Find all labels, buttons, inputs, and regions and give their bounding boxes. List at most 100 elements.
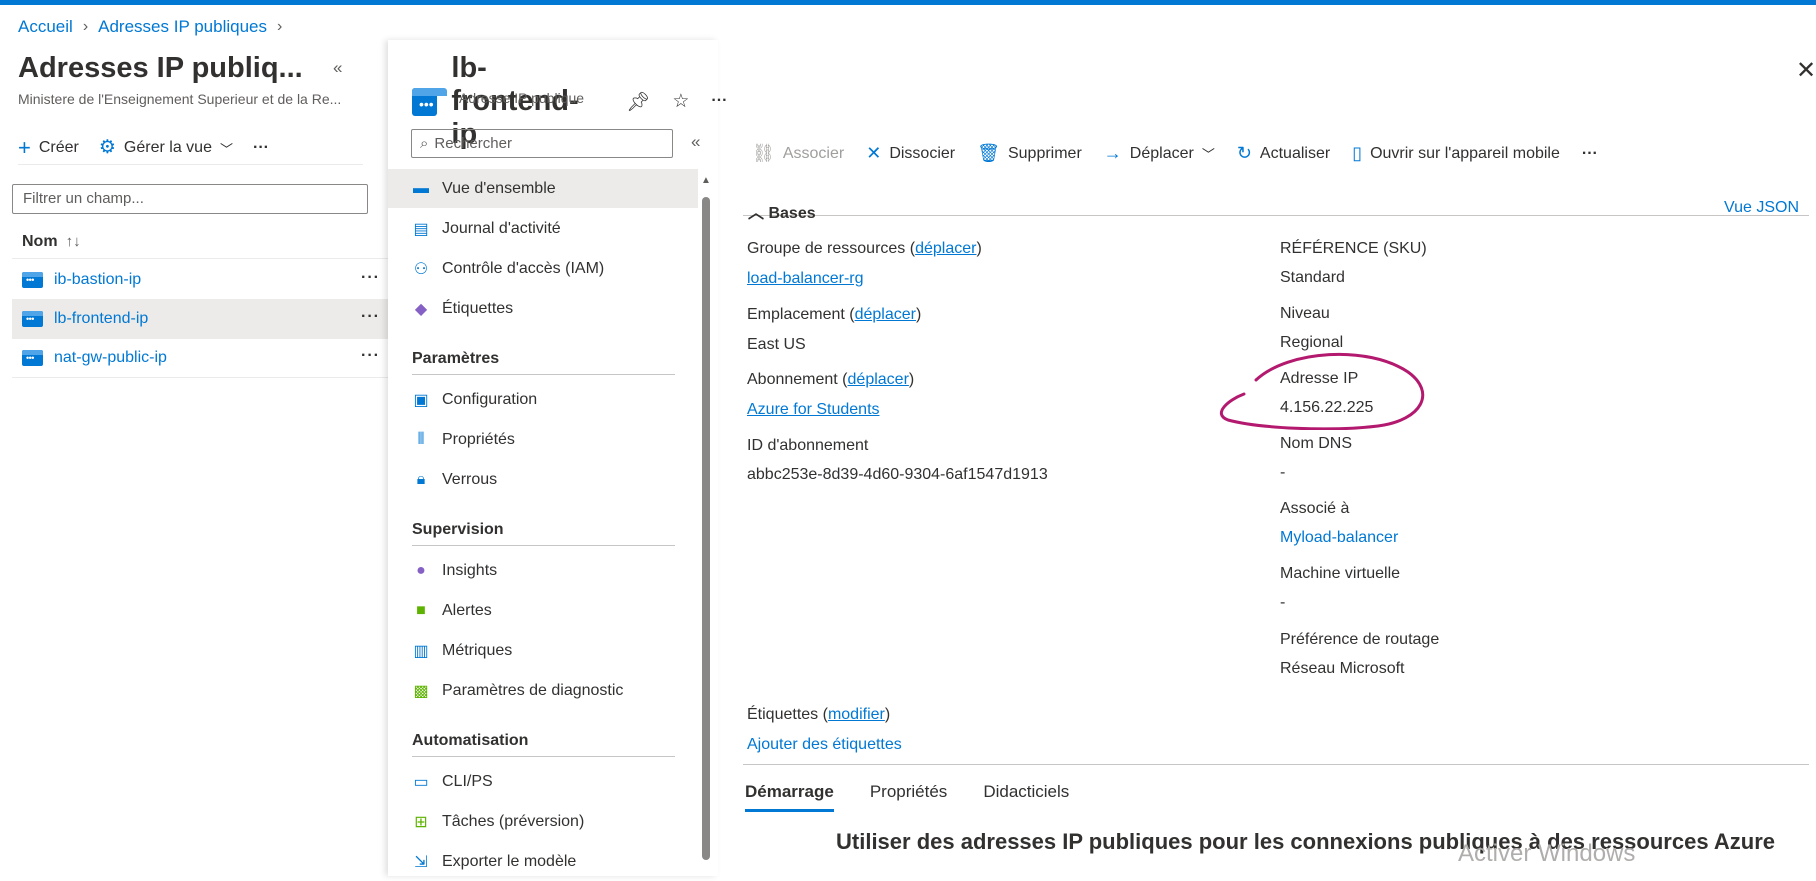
associate-button[interactable]: ⛓ Associer — [752, 143, 844, 164]
add-tags-link[interactable]: Ajouter des étiquettes — [747, 736, 902, 754]
tier-label: Niveau — [1280, 305, 1330, 322]
virtual-machine-value: - — [1280, 594, 1286, 611]
menu-item-label: Étiquettes — [442, 299, 514, 317]
dissociate-button[interactable]: ✕ Dissocier — [866, 143, 955, 164]
collapse-menu-icon[interactable]: « — [691, 132, 700, 152]
menu-item-label: Exporter le modèle — [442, 852, 577, 870]
overview-icon: ▬ — [413, 179, 429, 197]
sku-label: RÉFÉRENCE (SKU) — [1280, 240, 1427, 257]
list-column-header[interactable]: Nom ↑↓ — [12, 225, 388, 259]
close-icon[interactable]: ✕ — [1796, 56, 1816, 85]
lightbulb-icon: ● — [416, 561, 426, 579]
list-pane-title: Adresses IP publiq... — [18, 52, 303, 84]
list-item[interactable]: nat-gw-public-ip ··· — [12, 339, 388, 378]
subscription-value[interactable]: Azure for Students — [747, 401, 880, 419]
dns-name-label: Nom DNS — [1280, 435, 1353, 452]
more-options-button[interactable]: ··· — [253, 139, 269, 157]
menu-item-locks[interactable]: 🔒︎ Verrous — [388, 460, 698, 499]
move-link[interactable]: déplacer — [855, 306, 916, 323]
resource-group-value[interactable]: load-balancer-rg — [747, 270, 864, 288]
menu-item-overview[interactable]: ▬ Vue d'ensemble — [388, 169, 698, 208]
alert-icon: ■ — [416, 601, 426, 619]
search-icon: ⌕ — [420, 135, 429, 152]
refresh-button[interactable]: ↻ Actualiser — [1237, 143, 1330, 164]
menu-item-cli-ps[interactable]: ▭ CLI/PS — [388, 762, 698, 801]
tab-properties[interactable]: Propriétés — [870, 765, 947, 812]
pin-icon[interactable]: 📌︎ — [626, 90, 650, 114]
sku-value: Standard — [1280, 269, 1345, 286]
manage-view-button[interactable]: ⚙ Gérer la vue ﹀ — [99, 138, 233, 158]
move-link[interactable]: déplacer — [848, 371, 909, 388]
modify-link[interactable]: modifier — [828, 706, 885, 723]
virtual-machine-label: Machine virtuelle — [1280, 565, 1401, 582]
ellipsis-icon[interactable]: ··· — [711, 90, 727, 114]
menu-scrollbar[interactable]: ▲ — [700, 175, 712, 875]
menu-item-label: Contrôle d'accès (IAM) — [442, 259, 605, 277]
menu-item-alerts[interactable]: ■ Alertes — [388, 591, 698, 630]
subscription-id-value: abbc253e-8d39-4d60-9304-6af1547d1913 — [747, 466, 1048, 483]
menu-item-iam[interactable]: ⚇ Contrôle d'accès (IAM) — [388, 249, 698, 288]
trash-icon: 🗑︎ — [977, 143, 1000, 163]
star-icon[interactable]: ☆ — [672, 90, 689, 114]
menu-item-insights[interactable]: ● Insights — [388, 551, 698, 590]
resource-list-pane: Adresses IP publiq... « Ministere de l'E… — [0, 40, 388, 876]
ellipsis-icon: ··· — [1581, 144, 1598, 162]
tag-icon: ◆ — [414, 300, 428, 318]
list-item-selected[interactable]: lb-frontend-ip ··· — [12, 300, 388, 339]
scroll-up-icon[interactable]: ▲ — [701, 175, 711, 186]
filter-input[interactable]: Filtrer un champ... — [12, 184, 368, 214]
location-value: East US — [747, 336, 806, 353]
chevron-right-icon: › — [277, 18, 283, 35]
menu-item-configuration[interactable]: ▣ Configuration — [388, 380, 698, 419]
menu-item-diagnostic-settings[interactable]: ▩ Paramètres de diagnostic — [388, 671, 698, 710]
location-label-text: Emplacement — [747, 306, 845, 323]
menu-item-label: Propriétés — [442, 430, 515, 448]
row-more-icon[interactable]: ··· — [361, 308, 380, 326]
menu-item-tags[interactable]: ◆ Étiquettes — [388, 289, 698, 328]
move-link[interactable]: déplacer — [915, 240, 976, 257]
dissociate-icon: ✕ — [866, 143, 882, 163]
breadcrumb-section-link[interactable]: Adresses IP publiques — [98, 17, 267, 37]
public-ip-icon — [22, 350, 43, 366]
list-item-name[interactable]: ib-bastion-ip — [54, 271, 141, 289]
sort-icon[interactable]: ↑↓ — [66, 233, 81, 250]
chevron-right-icon: › — [82, 18, 89, 35]
row-more-icon[interactable]: ··· — [361, 347, 380, 365]
tab-tutorials[interactable]: Didacticiels — [983, 765, 1069, 812]
list-item[interactable]: ib-bastion-ip ··· — [12, 261, 388, 300]
tags-label: Étiquettes (modifier) — [747, 706, 891, 723]
menu-item-label: Journal d'activité — [442, 219, 561, 237]
ip-address-value: 4.156.22.225 — [1280, 399, 1374, 416]
routing-preference-label: Préférence de routage — [1280, 631, 1440, 648]
menu-item-export-template[interactable]: ⇲ Exporter le modèle — [388, 842, 698, 881]
gear-icon: ⚙ — [98, 137, 116, 158]
more-commands-button[interactable]: ··· — [1582, 145, 1598, 163]
menu-search-input[interactable]: ⌕ Rechercher — [411, 129, 673, 158]
collapse-pane-icon[interactable]: « — [333, 58, 342, 78]
breadcrumb-home-link[interactable]: Accueil — [18, 17, 73, 37]
move-button[interactable]: → Déplacer ﹀ — [1104, 143, 1215, 164]
list-pane-subtitle: Ministere de l'Enseignement Superieur et… — [18, 91, 342, 107]
json-view-link[interactable]: Vue JSON — [1724, 199, 1799, 217]
tab-getting-started[interactable]: Démarrage — [745, 765, 834, 812]
essentials-toggle[interactable]: ︿ Bases — [748, 199, 816, 223]
list-item-name[interactable]: lb-frontend-ip — [54, 310, 148, 328]
list-item-name[interactable]: nat-gw-public-ip — [54, 349, 167, 367]
delete-button[interactable]: 🗑︎ Supprimer — [977, 143, 1082, 164]
menu-item-metrics[interactable]: ▥ Métriques — [388, 631, 698, 670]
menu-item-label: Vue d'ensemble — [442, 179, 556, 197]
associated-to-value[interactable]: Myload-balancer — [1280, 529, 1398, 547]
configuration-icon: ▣ — [413, 391, 429, 409]
open-mobile-button[interactable]: ▯ Ouvrir sur l'appareil mobile — [1352, 143, 1560, 164]
menu-item-activity-log[interactable]: ▤ Journal d'activité — [388, 209, 698, 248]
scrollbar-thumb[interactable] — [702, 197, 710, 860]
annotation-circle — [1220, 352, 1425, 430]
create-button[interactable]: + Créer — [18, 137, 79, 159]
menu-item-tasks[interactable]: ⊞ Tâches (préversion) — [388, 802, 698, 841]
activity-log-icon: ▤ — [413, 220, 429, 238]
menu-section-monitoring: Supervision — [412, 521, 675, 546]
row-more-icon[interactable]: ··· — [361, 269, 380, 287]
manage-view-label: Gérer la vue — [123, 139, 212, 156]
users-icon: ⚇ — [413, 260, 429, 278]
menu-item-properties[interactable]: ⦀ Propriétés — [388, 420, 698, 459]
